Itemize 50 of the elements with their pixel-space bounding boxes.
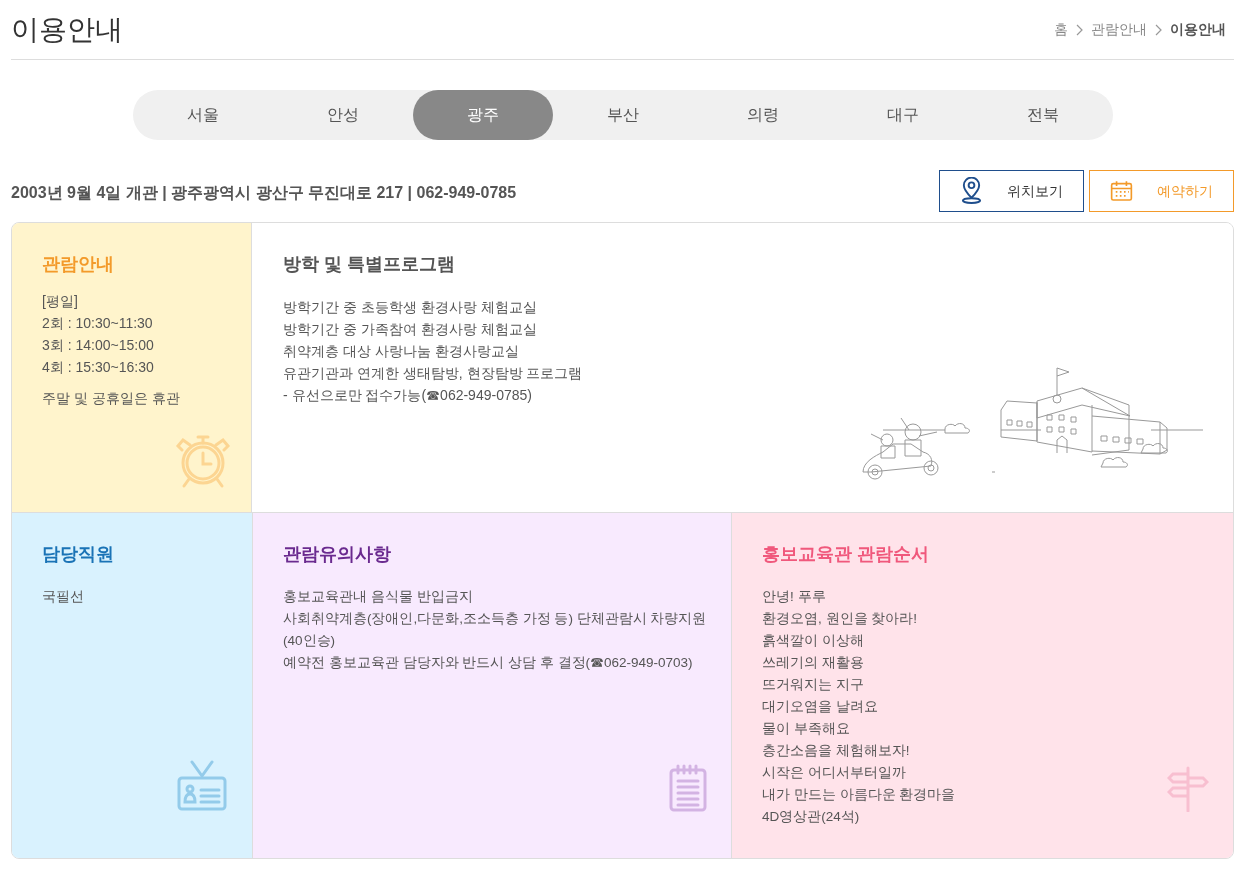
panel-text: 국필선 (42, 588, 85, 606)
hours-text: [평일] (42, 292, 79, 311)
chevron-icon (1155, 23, 1162, 36)
program-text: 취약계층 대상 사랑나눔 환경사랑교실 (283, 342, 520, 361)
calendar-icon (1110, 178, 1133, 204)
program-text: 방학기간 중 초등학생 환경사랑 체험교실 (283, 298, 538, 317)
panel-text: 예약전 홍보교육관 담당자와 반드시 상담 후 결정(☎062-949-0703) (283, 654, 694, 672)
notepad-icon (669, 764, 707, 812)
location-tab[interactable]: 서울 (132, 90, 273, 140)
location-tab[interactable]: 광주 (412, 90, 553, 140)
panel-text: 홍보교육관내 음식물 반입금지 (283, 588, 474, 606)
page-title: 이용안내 (11, 12, 123, 47)
program-text: - 유선으로만 접수가능(☎062-949-0785) (283, 386, 533, 405)
hours-text: 4회 : 15:30~16:30 (42, 358, 155, 377)
breadcrumb-link[interactable]: 이용안내 (1170, 19, 1226, 40)
location-tab[interactable]: 부산 (552, 90, 693, 140)
breadcrumb-link[interactable]: 관람안내 (1091, 19, 1147, 40)
hours-text: 3회 : 14:00~15:00 (42, 336, 155, 355)
map-pin-icon (960, 177, 983, 205)
panel-text: 층간소음을 체험해보자! (762, 742, 911, 760)
signpost-icon (1167, 766, 1209, 812)
panel-text: 쓰레기의 재활용 (762, 654, 865, 672)
closed-note: 주말 및 공휴일은 휴관 (42, 389, 181, 408)
breadcrumb-link[interactable]: 홈 (1054, 19, 1068, 40)
panel-text: 흙색깔이 이상해 (762, 632, 865, 650)
panel-title: 방학 및 특별프로그램 (283, 253, 456, 276)
panel-title: 홍보교육관 관람순서 (762, 543, 930, 566)
hours-text: 2회 : 10:30~11:30 (42, 314, 154, 333)
panel-title: 담당직원 (42, 543, 115, 566)
location-tab[interactable]: 의령 (692, 90, 833, 140)
location-tab[interactable]: 안성 (272, 90, 413, 140)
chevron-icon (1076, 23, 1083, 36)
panel-text: 내가 만드는 아름다운 환경마을 (762, 786, 957, 804)
id-badge-icon (176, 760, 228, 812)
program-text: 방학기간 중 가족참여 환경사랑 체험교실 (283, 320, 538, 339)
panel-text: 물이 부족해요 (762, 720, 851, 738)
location-tab[interactable]: 대구 (832, 90, 973, 140)
panel-text: 대기오염을 날려요 (762, 698, 879, 716)
location-button[interactable]: 위치보기 (939, 170, 1084, 212)
panel-text: 뜨거워지는 지구 (762, 676, 865, 694)
panel-text: 안녕! 푸루 (762, 588, 827, 606)
panel-text: 시작은 어디서부터일까 (762, 764, 907, 782)
museum-info: 2003년 9월 4일 개관 | 광주광역시 광산구 무진대로 217 | 062-949-0785 (11, 183, 517, 203)
program-text: 유관기관과 연계한 생태탐방, 현장탐방 프로그램 (283, 364, 584, 383)
panel-text: 4D영상관(24석) (762, 808, 861, 826)
panel-text: 환경오염, 원인을 찾아라! (762, 610, 918, 628)
location-tab[interactable]: 전북 (972, 90, 1113, 140)
panel-text: 사회취약계층(장애인,다문화,조소득층 가정 등) 단체관람시 차량지원 (40인승) (283, 610, 708, 650)
panel-title: 관람안내 (42, 253, 115, 276)
panel-title: 관람유의사항 (283, 543, 392, 566)
